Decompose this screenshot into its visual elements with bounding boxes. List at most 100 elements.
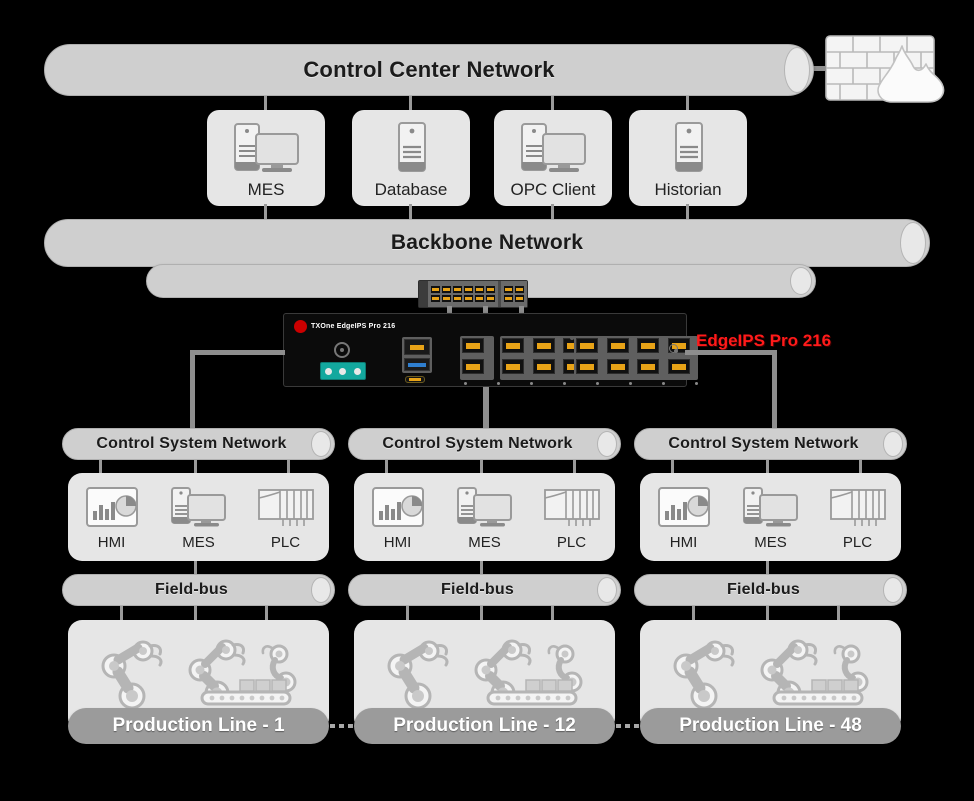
branch-center (483, 387, 489, 431)
control-system-network-bar-1[interactable]: Control System Network (62, 428, 335, 460)
plc-rack-icon (542, 485, 602, 529)
appliance-brand-text: TXOne EdgeIPS Pro 216 (311, 323, 396, 330)
rj45-port-bank-1[interactable] (460, 336, 494, 380)
device-label: MES (754, 534, 787, 551)
rj45-port-bank-3[interactable] (574, 336, 698, 380)
robot-conveyor-icon (750, 634, 882, 712)
tower-monitor-icon (229, 120, 303, 176)
cylinder-end-cap (900, 222, 926, 264)
branch-left-down (190, 350, 195, 431)
device-label: HMI (97, 534, 126, 551)
device-label: MES (182, 534, 215, 551)
server-tower-icon (651, 120, 725, 176)
branch-right-down (772, 350, 777, 431)
brand-logo-icon (294, 320, 307, 333)
production-line-label-2[interactable]: Production Line - 12 (354, 708, 615, 744)
backbone-network-bar[interactable]: Backbone Network (44, 219, 930, 267)
device-mes[interactable]: MES (727, 485, 813, 551)
robot-arm-icon (374, 634, 460, 712)
robot-conveyor-icon (464, 634, 596, 712)
device-label: PLC (842, 534, 873, 551)
device-plc[interactable]: PLC (242, 485, 328, 551)
server-tower-icon (374, 120, 448, 176)
control-system-devices-1[interactable]: HMI MES PLC (68, 473, 329, 561)
fieldbus-label-2: Field-bus (441, 581, 514, 598)
robot-arm-icon (88, 634, 174, 712)
appliance-brand: TXOne EdgeIPS Pro 216 (294, 320, 395, 333)
production-line-label-1[interactable]: Production Line - 1 (68, 708, 329, 744)
control-system-network-label-1: Control System Network (96, 435, 287, 452)
cylinder-end-cap (784, 47, 810, 93)
plc-rack-icon (256, 485, 316, 529)
hmi-chart-icon (656, 485, 712, 529)
device-card-historian[interactable]: Historian (629, 110, 747, 206)
network-diagram-canvas: Control Center Network MES Database OPC … (0, 0, 974, 801)
plc-rack-icon (828, 485, 888, 529)
control-center-network-bar[interactable]: Control Center Network (44, 44, 814, 96)
device-hmi[interactable]: HMI (354, 485, 440, 551)
device-label: MES (468, 534, 501, 551)
console-port-icon[interactable] (405, 376, 425, 383)
device-label: PLC (556, 534, 587, 551)
robot-conveyor-icon (178, 634, 310, 712)
device-mes[interactable]: MES (441, 485, 527, 551)
backbone-network-label: Backbone Network (390, 231, 584, 254)
cylinder-end-cap (883, 577, 903, 603)
tower-monitor-icon (740, 485, 802, 529)
control-center-network-label: Control Center Network (303, 57, 555, 82)
control-system-devices-2[interactable]: HMI MES PLC (354, 473, 615, 561)
device-mes[interactable]: MES (155, 485, 241, 551)
robot-arm-icon (660, 634, 746, 712)
fieldbus-bar-3[interactable]: Field-bus (634, 574, 907, 606)
port-status-leds (464, 382, 698, 385)
device-plc[interactable]: PLC (814, 485, 900, 551)
device-hmi[interactable]: HMI (68, 485, 154, 551)
cylinder-end-cap (311, 577, 331, 603)
branch-left-top (190, 350, 285, 355)
device-card-mes[interactable]: MES (207, 110, 325, 206)
cylinder-end-cap (790, 267, 812, 295)
hmi-chart-icon (84, 485, 140, 529)
device-label: HMI (383, 534, 412, 551)
cylinder-end-cap (883, 431, 903, 457)
control-system-network-bar-3[interactable]: Control System Network (634, 428, 907, 460)
management-port-icon[interactable] (402, 337, 432, 373)
device-plc[interactable]: PLC (528, 485, 614, 551)
control-system-network-label-2: Control System Network (382, 435, 573, 452)
control-system-network-bar-2[interactable]: Control System Network (348, 428, 621, 460)
robot-icons-2 (354, 620, 615, 712)
switch-uplink-bank (501, 281, 527, 307)
edgeips-pro-appliance[interactable]: TXOne EdgeIPS Pro 216 (283, 313, 698, 387)
production-line-label-3[interactable]: Production Line - 48 (640, 708, 901, 744)
device-label: HMI (669, 534, 698, 551)
control-system-devices-3[interactable]: HMI MES PLC (640, 473, 901, 561)
robot-icons-1 (68, 620, 329, 712)
device-hmi[interactable]: HMI (640, 485, 726, 551)
tower-monitor-icon (516, 120, 590, 176)
chassis-screw-icon (669, 344, 678, 353)
tower-monitor-icon (454, 485, 516, 529)
switch-port-bank (428, 281, 498, 307)
device-label: Historian (654, 180, 722, 199)
fieldbus-bar-2[interactable]: Field-bus (348, 574, 621, 606)
device-label: Database (374, 180, 448, 199)
fieldbus-label-3: Field-bus (727, 581, 800, 598)
device-label: PLC (270, 534, 301, 551)
cylinder-end-cap (311, 431, 331, 457)
cylinder-end-cap (597, 577, 617, 603)
branch-right-top (685, 350, 777, 355)
switch-front-panel (419, 281, 428, 307)
control-system-network-label-3: Control System Network (668, 435, 859, 452)
robot-icons-3 (640, 620, 901, 712)
hmi-chart-icon (370, 485, 426, 529)
cylinder-end-cap (597, 431, 617, 457)
ground-screw-icon (334, 342, 350, 358)
device-card-opc-client[interactable]: OPC Client (494, 110, 612, 206)
appliance-model-tag: EdgeIPS Pro 216 (696, 331, 832, 350)
device-card-database[interactable]: Database (352, 110, 470, 206)
fieldbus-bar-1[interactable]: Field-bus (62, 574, 335, 606)
network-switch-icon[interactable] (418, 280, 528, 308)
tower-monitor-icon (168, 485, 230, 529)
device-label: MES (247, 180, 285, 199)
firewall-icon (818, 28, 958, 110)
